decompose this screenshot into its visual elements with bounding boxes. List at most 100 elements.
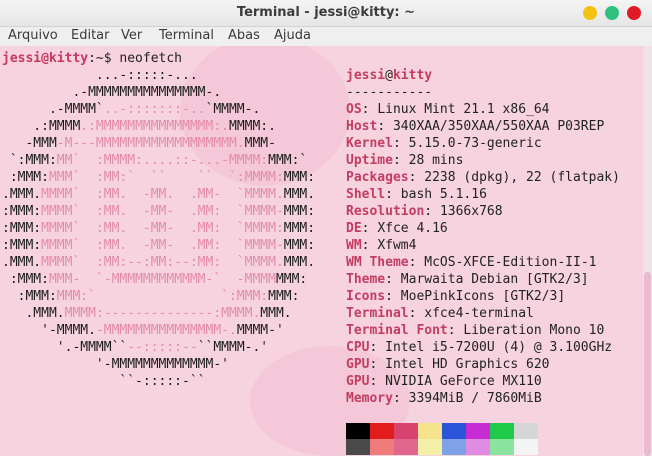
ascii-logo-segment: MMM: xyxy=(283,221,316,236)
ascii-logo-segment: MMM. xyxy=(260,306,292,321)
title-bar[interactable]: Terminal - jessi@kitty: ~ xyxy=(0,0,652,27)
menu-ver[interactable]: Ver xyxy=(121,28,142,43)
ascii-logo-segment: MMM: xyxy=(283,238,316,253)
info-row: Resolution: 1366x768 xyxy=(346,203,503,220)
ascii-logo-segment: MMM` :MM:` `` `` `:MMMM: xyxy=(48,170,284,185)
menu-ajuda[interactable]: Ajuda xyxy=(274,28,311,43)
ascii-logo-line: '-MMMM.-MMMMMMMMMMMMMMM-.MMMM-' xyxy=(2,322,284,339)
ascii-logo-segment: .-MMMMMMMMMMMMMMM-. xyxy=(2,85,222,100)
color-swatch xyxy=(514,423,538,439)
ascii-logo-segment: MMM: xyxy=(268,289,300,304)
info-key: DE xyxy=(346,221,362,236)
info-value: Linux Mint 21.1 x86_64 xyxy=(377,102,550,117)
color-swatch xyxy=(466,423,490,439)
info-key: Terminal xyxy=(346,306,409,321)
info-value: 2238 (dpkg), 22 (flatpak) xyxy=(424,170,620,185)
info-row: GPU: Intel HD Graphics 620 xyxy=(346,356,550,373)
terminal-output[interactable]: jessi@kitty:~$ neofetch ...-:::::-... .-… xyxy=(0,46,643,456)
menu-arquivo[interactable]: Arquivo xyxy=(8,28,58,43)
info-row: GPU: NVIDIA GeForce MX110 xyxy=(346,373,542,390)
info-key: GPU xyxy=(346,357,370,372)
info-colon: : xyxy=(392,153,409,168)
color-swatch xyxy=(418,423,442,439)
ascii-logo-segment: MMMM` :MM. -MM- .MM: `MMMM- xyxy=(41,204,284,219)
info-key: Terminal Font xyxy=(346,323,448,338)
ascii-logo-segment: .-MMMM` xyxy=(2,102,104,117)
ascii-logo-line: -MMM-M---MMMMMMMMMMMMMMMMMM.MMM- xyxy=(2,135,276,152)
ascii-logo-segment: MMM: xyxy=(283,170,316,185)
ascii-logo-segment: --:::::-- xyxy=(127,340,198,355)
info-colon: : xyxy=(392,391,409,406)
scrollbar-thumb[interactable] xyxy=(644,272,651,456)
info-row: Packages: 2238 (dpkg), 22 (flatpak) xyxy=(346,169,620,186)
ascii-logo-line: .:MMMM.:MMMMMMMMMMMMMMM:.MMMM:. xyxy=(2,118,276,135)
info-value: NVIDIA GeForce MX110 xyxy=(385,374,542,389)
info-colon: : xyxy=(361,102,378,117)
menu-editar[interactable]: Editar xyxy=(71,28,110,43)
color-swatch xyxy=(394,439,418,455)
minimize-button[interactable] xyxy=(583,6,597,20)
ascii-logo-segment: -MMMMMMMMMMMMMMM-. xyxy=(95,323,237,338)
info-value: 28 mins xyxy=(408,153,464,168)
ascii-logo-line: :MMM:MMMM` :MM. -MM- .MM: `MMMM:MMM: xyxy=(2,220,315,237)
ascii-logo-segment: MMM:` xyxy=(268,153,308,168)
info-key: WM xyxy=(346,238,362,253)
info-value: Xfwm4 xyxy=(377,238,417,253)
ascii-logo-segment: ...-:::::-... xyxy=(2,68,198,83)
maximize-button[interactable] xyxy=(605,6,619,20)
prompt-command: :~$ neofetch xyxy=(88,51,183,66)
color-swatch xyxy=(346,439,370,455)
ascii-logo-segment: .:MMMM xyxy=(2,119,81,134)
color-swatch xyxy=(466,439,490,455)
ascii-logo-segment: .MMM. xyxy=(2,187,42,202)
menu-abas[interactable]: Abas xyxy=(228,28,260,43)
ascii-logo-segment: MMMM` :MM:--:MM:--:MM: `MMMM. xyxy=(41,255,284,270)
ascii-logo-segment: MMMM` :MM. -MM- .MM: `MMMM: xyxy=(41,221,284,236)
ascii-logo-segment: MMMM` :MM. -MM- .MM: `MMMM- xyxy=(41,238,284,253)
ascii-logo-segment: MMM. xyxy=(283,255,316,270)
ascii-logo-line: .MMM.MMMM:--------------:MMMM.MMM. xyxy=(2,305,292,322)
info-colon: : xyxy=(385,187,401,202)
ascii-logo-line: :MMM:MMM:` `:MMM:MMM: xyxy=(2,288,300,305)
ascii-logo-segment: .MMM. xyxy=(2,255,42,270)
info-value: 3394MiB / 7860MiB xyxy=(408,391,542,406)
ascii-logo-segment: MMM:` `:MMM: xyxy=(56,289,269,304)
ascii-logo-segment: :MMM: xyxy=(2,170,49,185)
ascii-logo-segment: '-MMMMMMMMMMMMM-' xyxy=(2,357,229,372)
info-colon: : xyxy=(424,204,440,219)
info-colon: : xyxy=(369,357,386,372)
ascii-logo-line: '-MMMMMMMMMMMMM-' xyxy=(2,356,229,373)
info-colon: : xyxy=(408,255,425,270)
info-value: McOS-XFCE-Edition-II-1 xyxy=(424,255,597,270)
info-colon: : xyxy=(369,340,386,355)
info-host: kitty xyxy=(392,68,433,83)
color-swatch xyxy=(418,439,442,455)
info-value: 1366x768 xyxy=(439,204,503,219)
info-colon: : xyxy=(385,289,401,304)
info-row: Kernel: 5.15.0-73-generic xyxy=(346,135,542,152)
ascii-logo-segment: MMM- `-MMMMMMMMMMMM-` -MMMM xyxy=(48,272,276,287)
info-key: WM Theme xyxy=(346,255,409,270)
ascii-logo-line: '.-MMMM``--:::::--``MMMM-.' xyxy=(2,339,268,356)
info-key: Memory xyxy=(346,391,393,406)
prompt-user-host: jessi@kitty xyxy=(2,51,89,66)
info-value: Liberation Mono 10 xyxy=(463,323,605,338)
close-button[interactable] xyxy=(627,6,641,20)
info-row: CPU: Intel i5-7200U (4) @ 3.100GHz xyxy=(346,339,612,356)
info-colon: : xyxy=(361,238,378,253)
ascii-logo-segment: MMM- xyxy=(244,136,276,151)
info-row: Shell: bash 5.1.16 xyxy=(346,186,487,203)
info-value: Intel i5-7200U (4) @ 3.100GHz xyxy=(385,340,613,355)
info-key: Shell xyxy=(346,187,386,202)
ascii-logo-segment: MM` :MMMM:....::-...-MMMM: xyxy=(56,153,269,168)
ascii-logo-segment: MMMM` :MM. -MM. .MM- `MMMM. xyxy=(41,187,284,202)
info-row: Terminal Font: Liberation Mono 10 xyxy=(346,322,604,339)
color-swatch xyxy=(370,423,394,439)
info-key: OS xyxy=(346,102,362,117)
scrollbar[interactable] xyxy=(643,46,652,456)
ascii-logo-segment: :MMM: xyxy=(2,289,57,304)
info-colon: : xyxy=(377,119,393,134)
color-swatch xyxy=(514,439,538,455)
ascii-logo-line: ...-:::::-... xyxy=(2,67,198,84)
menu-terminal[interactable]: Terminal xyxy=(159,28,214,43)
